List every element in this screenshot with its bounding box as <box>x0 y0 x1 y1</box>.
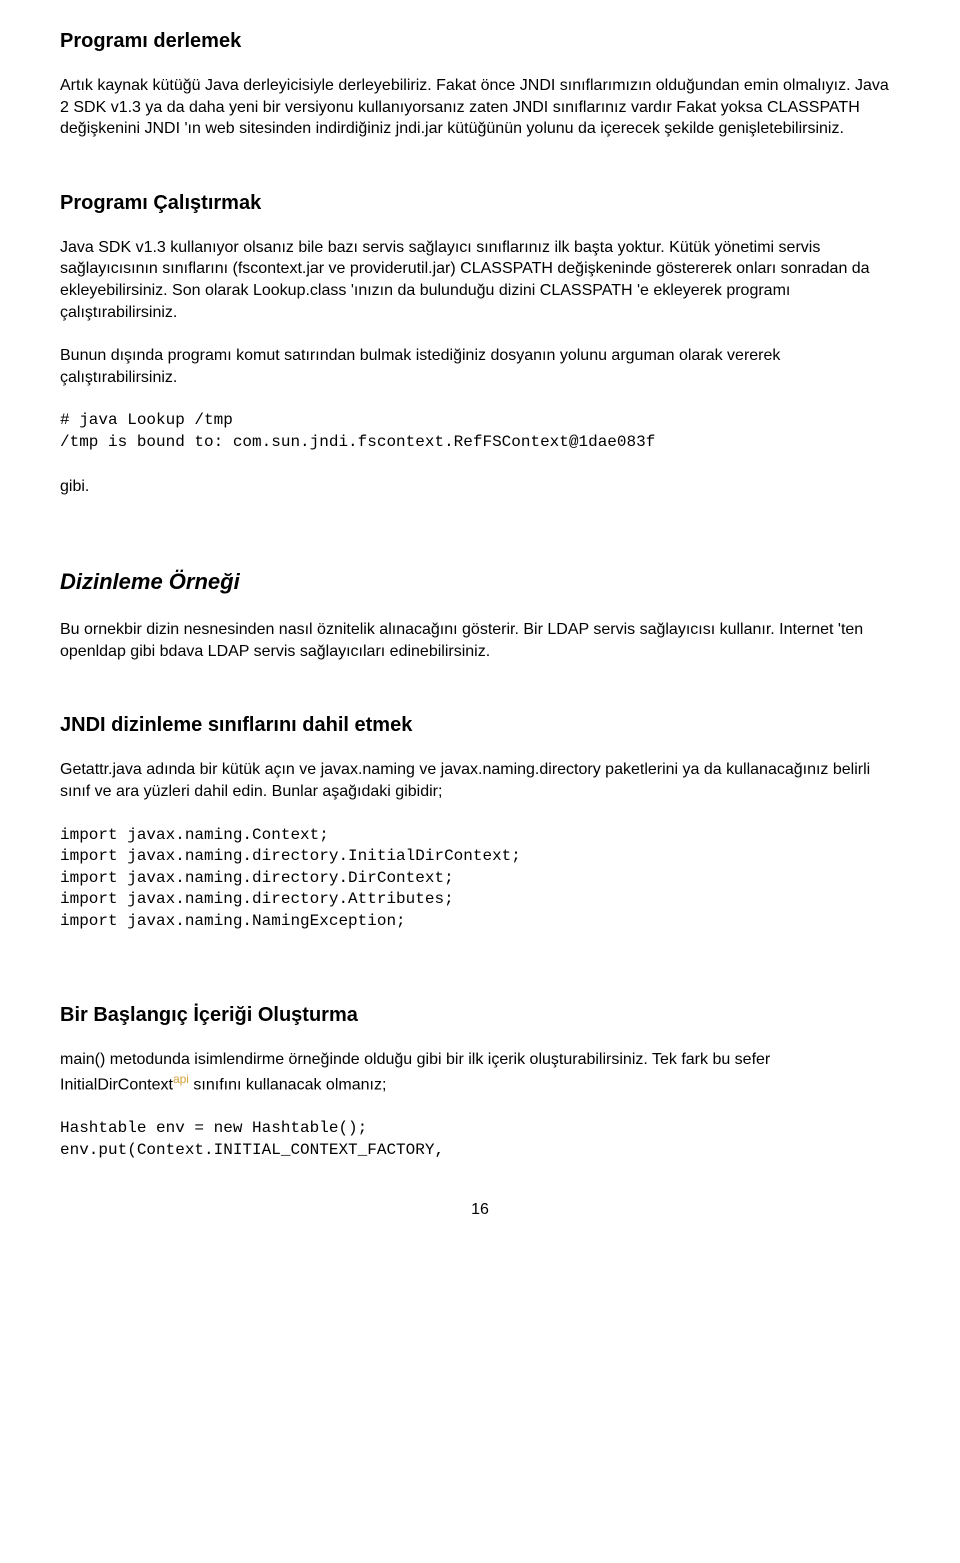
paragraph-run-cmdline: Bunun dışında programı komut satırından … <box>60 345 900 388</box>
api-superscript: api <box>173 1072 189 1086</box>
paragraph-gibi: gibi. <box>60 476 900 498</box>
paragraph-run-sdk: Java SDK v1.3 kullanıyor olsanız bile ba… <box>60 237 900 323</box>
paragraph-initialdircontext: main() metodunda isimlendirme örneğinde … <box>60 1049 900 1096</box>
heading-run: Programı Çalıştırmak <box>60 192 900 215</box>
page-number: 16 <box>60 1201 900 1219</box>
paragraph-getattr-java: Getattr.java adında bir kütük açın ve ja… <box>60 759 900 802</box>
text-fragment: sınıfını kullanacak olmanız; <box>189 1076 386 1093</box>
heading-dizinleme-ornegi: Dizinleme Örneği <box>60 569 900 595</box>
paragraph-compile-intro: Artık kaynak kütüğü Java derleyicisiyle … <box>60 75 900 140</box>
text-fragment: main() metodunda isimlendirme örneğinde … <box>60 1051 770 1093</box>
code-imports: import javax.naming.Context; import java… <box>60 825 900 933</box>
heading-initial-context: Bir Başlangıç İçeriği Oluşturma <box>60 1004 900 1027</box>
code-hashtable-env: Hashtable env = new Hashtable(); env.put… <box>60 1118 900 1161</box>
heading-jndi-classes: JNDI dizinleme sınıflarını dahil etmek <box>60 714 900 737</box>
paragraph-dizinleme-intro: Bu ornekbir dizin nesnesinden nasıl özni… <box>60 619 900 662</box>
heading-compile: Programı derlemek <box>60 30 900 53</box>
document-page: Programı derlemek Artık kaynak kütüğü Ja… <box>0 0 960 1259</box>
code-lookup-output: # java Lookup /tmp /tmp is bound to: com… <box>60 410 900 453</box>
